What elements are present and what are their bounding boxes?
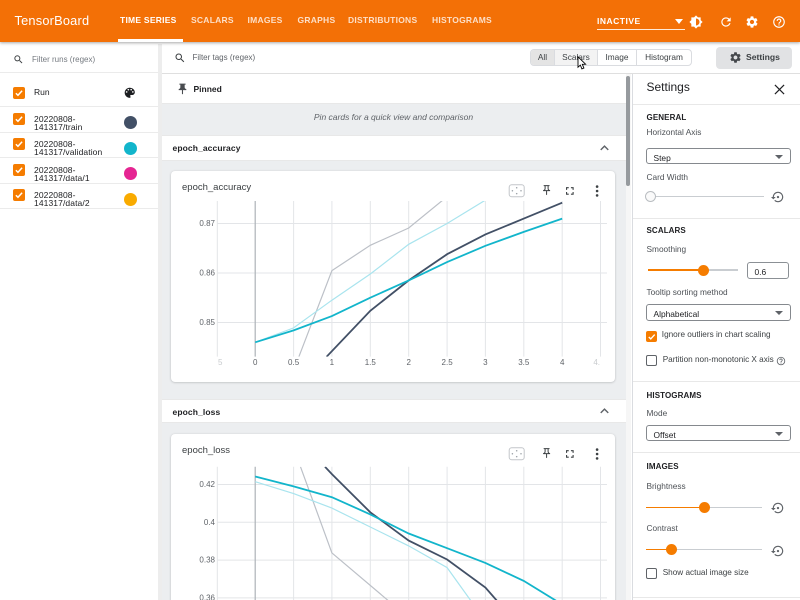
svg-text:0.5: 0.5 <box>288 358 300 367</box>
svg-text:2: 2 <box>406 358 411 367</box>
svg-text:0: 0 <box>253 358 258 367</box>
svg-text:0.38: 0.38 <box>199 556 215 565</box>
svg-text:3.5: 3.5 <box>518 358 530 367</box>
svg-text:0.4: 0.4 <box>204 518 216 527</box>
svg-text:2.5: 2.5 <box>442 358 454 367</box>
svg-text:0.87: 0.87 <box>199 219 215 228</box>
svg-text:0.36: 0.36 <box>199 593 215 600</box>
svg-text:0.42: 0.42 <box>199 480 215 489</box>
svg-text:0.85: 0.85 <box>199 318 215 327</box>
svg-text:3: 3 <box>483 358 488 367</box>
svg-text:4: 4 <box>560 358 565 367</box>
svg-text:1.5: 1.5 <box>365 358 377 367</box>
svg-text:4.: 4. <box>593 358 600 367</box>
svg-text:5: 5 <box>218 358 223 367</box>
svg-text:1: 1 <box>330 358 335 367</box>
svg-text:0.86: 0.86 <box>199 269 215 278</box>
